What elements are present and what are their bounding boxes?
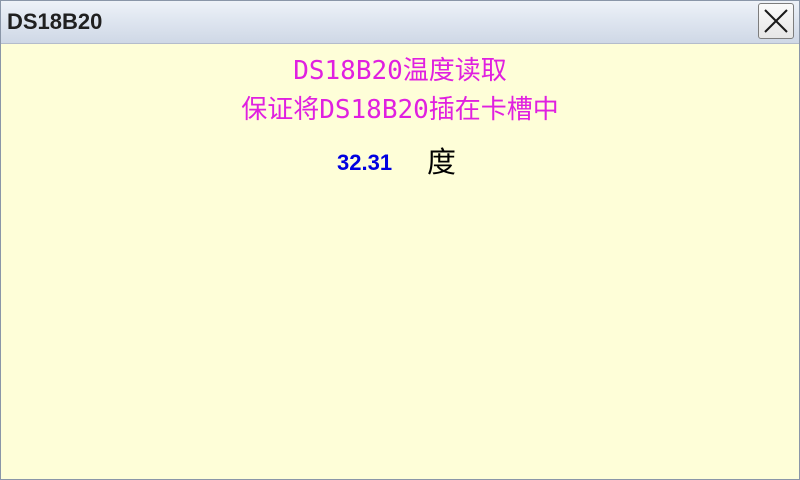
temperature-value: 32.31 [337,150,393,175]
temperature-reading: 32.31 度 [1,145,799,181]
close-button[interactable] [758,3,794,39]
app-window: DS18B20 DS18B20温度读取 保证将DS18B20插在卡槽中 32.3… [0,0,800,480]
content-area: DS18B20温度读取 保证将DS18B20插在卡槽中 32.31 度 [1,44,799,479]
heading-instruction: 保证将DS18B20插在卡槽中 [241,95,559,125]
heading-title: DS18B20温度读取 [293,56,507,86]
close-x-icon [764,9,788,33]
temperature-unit: 度 [427,145,457,179]
title-bar: DS18B20 [1,1,799,44]
window-title: DS18B20 [7,9,103,34]
